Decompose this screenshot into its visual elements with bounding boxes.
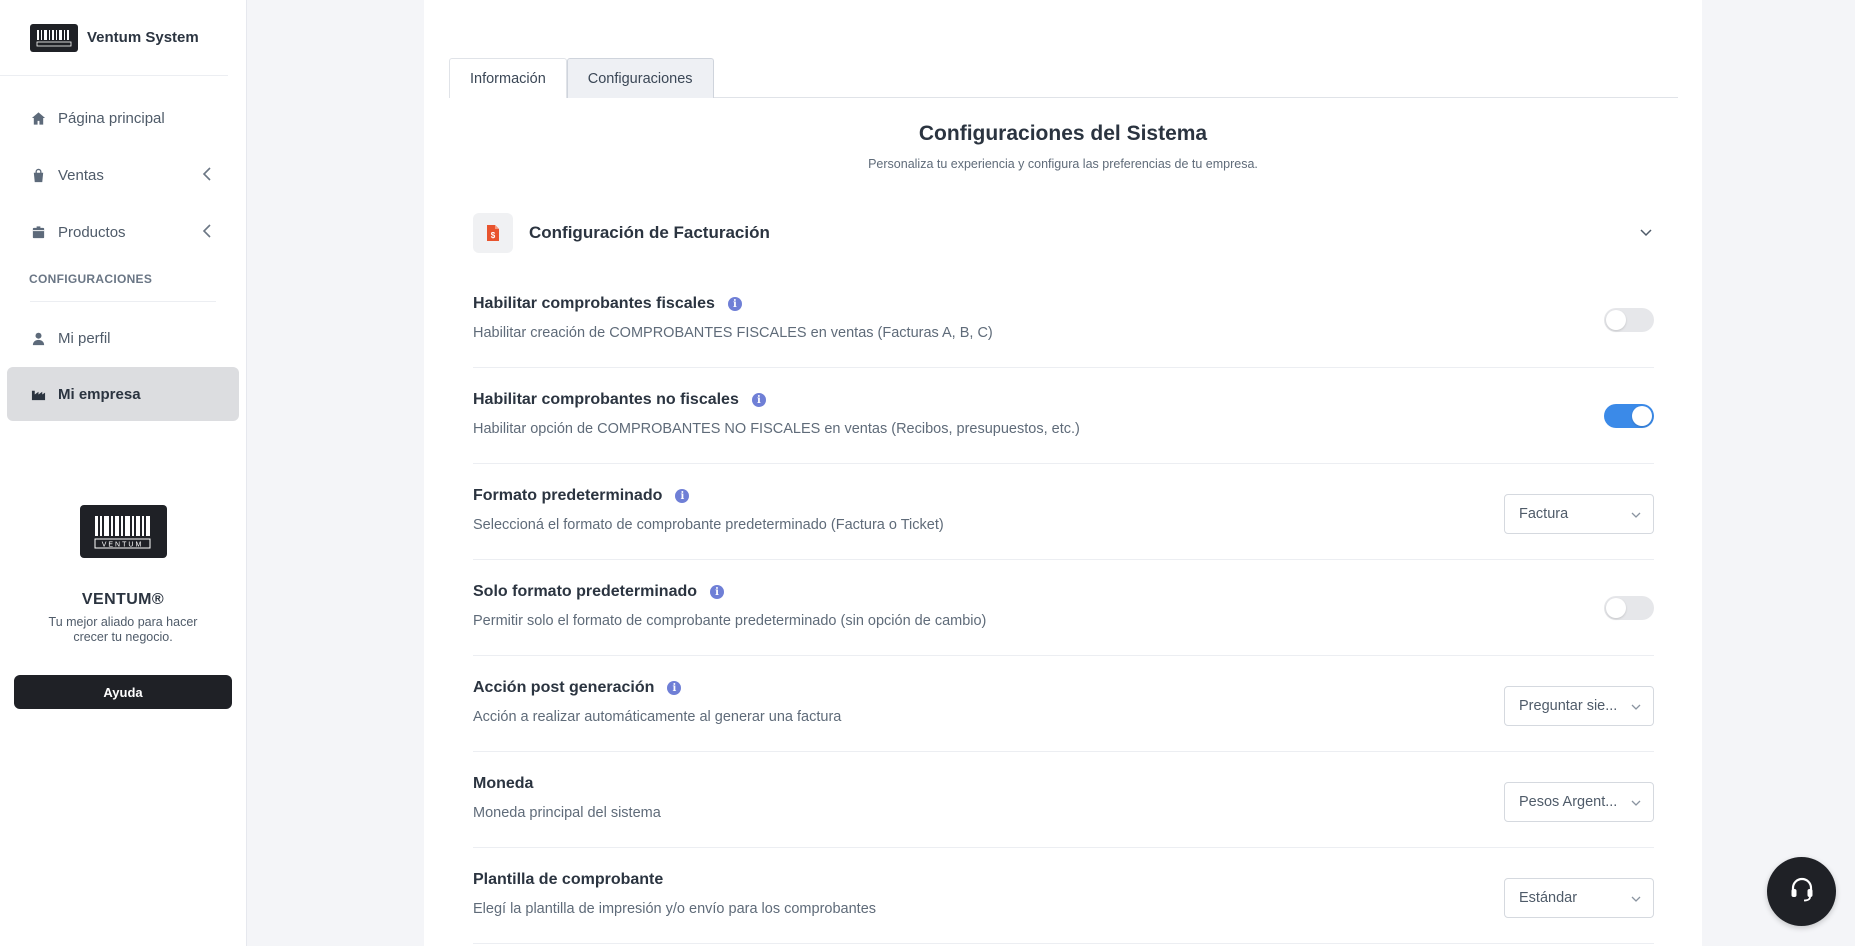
sidebar-item-ventas[interactable]: Ventas — [0, 147, 246, 204]
billing-config-title: Configuración de Facturación — [529, 223, 770, 242]
post-generation-action-select[interactable]: Preguntar sie... — [1504, 686, 1654, 726]
setting-label: Formato predeterminado — [473, 487, 663, 504]
svg-text:$: $ — [491, 231, 496, 240]
chevron-left-icon — [202, 166, 212, 185]
setting-label: Moneda — [473, 775, 534, 792]
select-value: Preguntar sie... — [1519, 698, 1618, 714]
toggle-knob — [1606, 598, 1626, 618]
sidebar-item-label: Página principal — [58, 110, 165, 127]
select-value: Estándar — [1519, 890, 1578, 906]
box-icon — [30, 225, 46, 241]
setting-row: Moneda Moneda principal del sistema Peso… — [473, 752, 1654, 848]
non-fiscal-receipts-toggle[interactable] — [1604, 404, 1654, 428]
receipt-template-select[interactable]: Estándar — [1504, 878, 1654, 918]
setting-label: Habilitar comprobantes fiscales — [473, 295, 715, 312]
toggle-knob — [1606, 310, 1626, 330]
sidebar-item-label: Mi empresa — [58, 385, 141, 403]
setting-label: Acción post generación — [473, 679, 655, 696]
setting-description: Moneda principal del sistema — [473, 805, 661, 821]
support-chat-button[interactable] — [1767, 857, 1836, 926]
sidebar: Ventum System Página principal Ventas Pr… — [0, 0, 247, 946]
chevron-down-icon — [1631, 698, 1641, 714]
invoice-icon: $ — [473, 213, 513, 253]
sidebar-item-label: Mi perfil — [58, 330, 111, 347]
setting-row: Habilitar comprobantes fiscales i Habili… — [473, 272, 1654, 368]
section-label-configuraciones: CONFIGURACIONES — [29, 272, 153, 286]
setting-label: Solo formato predeterminado — [473, 583, 698, 600]
brand[interactable]: Ventum System — [0, 0, 228, 76]
setting-label-wrap: Habilitar comprobantes no fiscales i — [473, 391, 766, 409]
page-title: Configuraciones del Sistema — [918, 122, 1208, 145]
chevron-down-icon — [1631, 506, 1641, 522]
only-default-format-toggle[interactable] — [1604, 596, 1654, 620]
tabs: Información Configuraciones — [449, 58, 1678, 98]
tab-informacion[interactable]: Información — [449, 58, 567, 98]
select-value: Pesos Argent... — [1519, 794, 1618, 810]
chevron-down-icon — [1640, 224, 1652, 242]
chevron-down-icon — [1631, 890, 1641, 906]
promo-text: Tu mejor aliado para hacer crecer tu neg… — [48, 615, 198, 644]
default-format-select[interactable]: Factura — [1504, 494, 1654, 534]
main-card: Información Configuraciones Configuracio… — [424, 0, 1702, 946]
divider — [30, 301, 216, 302]
info-icon[interactable]: i — [727, 297, 742, 311]
setting-row: Formato predeterminado i Seleccioná el f… — [473, 464, 1654, 560]
setting-row: Solo formato predeterminado i Permitir s… — [473, 560, 1654, 656]
setting-row: Plantilla de comprobante Elegí la planti… — [473, 848, 1654, 944]
setting-label: Plantilla de comprobante — [473, 871, 664, 888]
help-button[interactable]: Ayuda — [14, 675, 232, 709]
sidebar-item-label: Ventas — [58, 167, 104, 184]
shopping-bag-icon — [30, 168, 46, 184]
info-icon[interactable]: i — [675, 489, 690, 503]
setting-label-wrap: Acción post generación i — [473, 679, 682, 697]
setting-description: Habilitar opción de COMPROBANTES NO FISC… — [473, 421, 1080, 437]
chevron-down-icon — [1631, 794, 1641, 810]
headset-icon — [1788, 875, 1816, 908]
settings-list: Habilitar comprobantes fiscales i Habili… — [473, 272, 1654, 944]
setting-description: Permitir solo el formato de comprobante … — [473, 613, 987, 629]
setting-label-wrap: Habilitar comprobantes fiscales i — [473, 295, 742, 313]
select-value: Factura — [1519, 506, 1569, 522]
setting-description: Acción a realizar automáticamente al gen… — [473, 709, 842, 725]
ventum-promo-logo: VENTUM — [79, 505, 167, 558]
sidebar-item-pagina-principal[interactable]: Página principal — [0, 90, 246, 147]
tab-configuraciones[interactable]: Configuraciones — [566, 58, 714, 98]
ventum-logo — [30, 23, 78, 52]
app-title: Ventum System — [87, 29, 199, 46]
setting-row: Habilitar comprobantes no fiscales i Hab… — [473, 368, 1654, 464]
info-icon[interactable]: i — [667, 681, 682, 695]
factory-icon — [30, 386, 46, 402]
info-icon[interactable]: i — [710, 585, 725, 599]
setting-description: Seleccioná el formato de comprobante pre… — [473, 517, 944, 533]
user-icon — [30, 331, 46, 347]
sidebar-nav: Página principal Ventas Productos CONFIG… — [0, 76, 246, 421]
sidebar-item-mi-empresa[interactable]: Mi empresa — [7, 367, 239, 421]
setting-label-wrap: Formato predeterminado i — [473, 487, 690, 505]
setting-row: Acción post generación i Acción a realiz… — [473, 656, 1654, 752]
home-icon — [30, 111, 46, 127]
info-icon[interactable]: i — [751, 393, 766, 407]
chevron-left-icon — [202, 223, 212, 242]
setting-description: Habilitar creación de COMPROBANTES FISCA… — [473, 325, 993, 341]
page-subtitle: Personaliza tu experiencia y configura l… — [868, 157, 1258, 171]
setting-label-wrap: Plantilla de comprobante — [473, 871, 663, 889]
setting-label-wrap: Moneda — [473, 775, 533, 793]
sidebar-item-productos[interactable]: Productos — [0, 204, 246, 261]
svg-text:VENTUM: VENTUM — [102, 541, 144, 548]
setting-label-wrap: Solo formato predeterminado i — [473, 583, 725, 601]
promo-title: VENTUM® — [81, 591, 165, 608]
sidebar-item-label: Productos — [58, 224, 126, 241]
setting-description: Elegí la plantilla de impresión y/o enví… — [473, 901, 877, 917]
sidebar-item-mi-perfil[interactable]: Mi perfil — [0, 310, 246, 367]
billing-config-header[interactable]: $ Configuración de Facturación — [473, 212, 1654, 254]
promo-panel: VENTUM VENTUM® Tu mejor aliado para hace… — [0, 505, 246, 709]
fiscal-receipts-toggle[interactable] — [1604, 308, 1654, 332]
setting-label: Habilitar comprobantes no fiscales — [473, 391, 739, 408]
toggle-knob — [1632, 406, 1652, 426]
currency-select[interactable]: Pesos Argent... — [1504, 782, 1654, 822]
